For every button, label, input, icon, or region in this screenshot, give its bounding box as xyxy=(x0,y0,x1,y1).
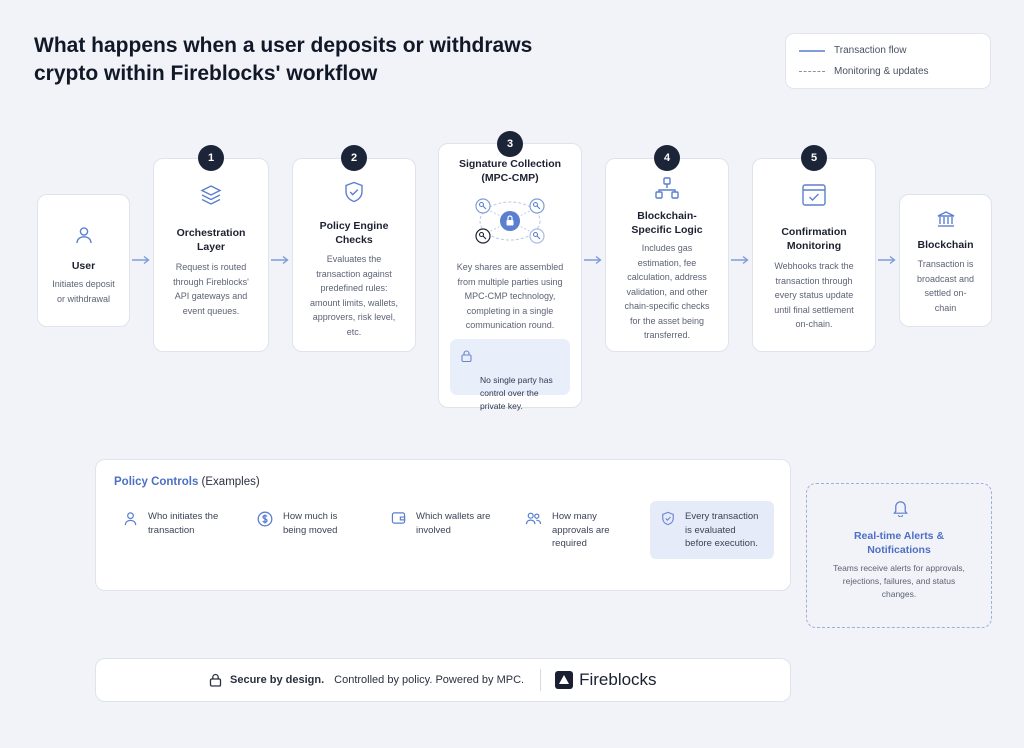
key-network-icon xyxy=(475,198,545,244)
bank-icon xyxy=(937,211,954,227)
step-3-title: Signature Collection (MPC-CMP) xyxy=(458,158,562,184)
legend-transaction-flow-label: Transaction flow xyxy=(834,45,907,56)
fireblocks-logo-icon xyxy=(555,671,574,689)
step-4-title: Blockchain- Specific Logic xyxy=(631,210,703,236)
policy-item-label: Who initiates the transaction xyxy=(148,511,219,536)
legend: Transaction flow Monitoring & updates xyxy=(785,33,991,89)
user-card: User Initiates deposit or withdrawal xyxy=(37,194,130,327)
flow-arrow xyxy=(584,255,602,265)
user-card-desc: Initiates deposit or withdrawal xyxy=(52,279,115,304)
alerts-panel: Real-time Alerts & Notifications Teams r… xyxy=(806,483,992,628)
step-1-desc: Request is routed through Fireblocks' AP… xyxy=(173,262,249,316)
page-title: What happens when a user deposits or wit… xyxy=(34,34,533,85)
network-icon xyxy=(655,177,679,199)
step-2-number: 2 xyxy=(341,145,367,171)
alerts-title: Real-time Alerts & Notifications xyxy=(853,530,945,556)
step-3-number: 3 xyxy=(497,131,523,157)
layers-icon xyxy=(200,185,222,205)
alerts-desc: Teams receive alerts for approvals, reje… xyxy=(833,563,965,599)
wallet-icon xyxy=(391,512,406,524)
shield-check-icon xyxy=(662,511,674,526)
shield-check-icon xyxy=(345,181,363,203)
policy-item-label: How much is being moved xyxy=(283,511,338,536)
footer-text: Controlled by policy. Powered by MPC. xyxy=(334,674,525,686)
bell-icon xyxy=(893,501,908,517)
policy-item: How much is being moved xyxy=(257,510,337,537)
solid-line-swatch xyxy=(799,49,825,52)
step-4-number: 4 xyxy=(654,145,680,171)
policy-item-label: How many approvals are required xyxy=(552,511,610,549)
legend-monitoring-label: Monitoring & updates xyxy=(834,66,929,77)
step-1-title: Orchestration Layer xyxy=(176,227,246,253)
step-2-title: Policy Engine Checks xyxy=(319,220,389,246)
flow-arrow xyxy=(878,255,896,265)
lock-icon xyxy=(209,673,222,687)
footer-banner: Secure by design. Controlled by policy. … xyxy=(95,658,791,702)
step-1-number: 1 xyxy=(198,145,224,171)
step-2-desc: Evaluates the transaction against predef… xyxy=(309,254,399,337)
policy-controls-subtitle: (Examples) xyxy=(198,476,260,488)
step-3-desc: Key shares are assembled from multiple p… xyxy=(456,262,564,330)
step-5-card: Confirmation Monitoring Webhooks track t… xyxy=(752,158,876,352)
dashed-line-swatch xyxy=(799,71,825,72)
legend-monitoring: Monitoring & updates xyxy=(799,66,929,77)
private-key-note: No single party has control over the pri… xyxy=(450,339,570,411)
flow-arrow xyxy=(271,255,289,265)
brand-logo-text: Fireblocks xyxy=(579,670,657,689)
policy-item-label: Which wallets are involved xyxy=(416,511,491,536)
lock-icon xyxy=(461,350,472,362)
users-icon xyxy=(525,512,542,525)
window-check-icon xyxy=(802,184,826,206)
flow-arrow xyxy=(731,255,749,265)
policy-controls-title: Policy Controls xyxy=(114,476,199,488)
flow-arrow xyxy=(132,255,150,265)
policy-item-highlight: Every transaction is evaluated before ex… xyxy=(650,501,774,559)
dollar-icon xyxy=(257,511,273,527)
policy-controls-heading: Policy Controls (Examples) xyxy=(114,476,260,488)
legend-transaction-flow: Transaction flow xyxy=(799,45,906,56)
policy-item: Who initiates the transaction xyxy=(123,510,218,537)
policy-controls-panel: Policy Controls (Examples) Who initiates… xyxy=(95,459,791,591)
step-1-card: Orchestration Layer Request is routed th… xyxy=(153,158,269,352)
step-5-desc: Webhooks track the transaction through e… xyxy=(774,261,854,329)
policy-item: How many approvals are required xyxy=(525,510,610,551)
step-4-desc: Includes gas estimation, fee calculation… xyxy=(624,243,710,340)
step-5-title: Confirmation Monitoring xyxy=(781,226,847,252)
step-4-card: Blockchain- Specific Logic Includes gas … xyxy=(605,158,729,352)
footer-bold-text: Secure by design. xyxy=(230,674,325,686)
step-2-card: Policy Engine Checks Evaluates the trans… xyxy=(292,158,416,352)
policy-item: Which wallets are involved xyxy=(391,510,490,537)
policy-item-label: Every transaction is evaluated before ex… xyxy=(685,511,759,549)
user-card-title: User xyxy=(71,260,96,272)
blockchain-card-desc: Transaction is broadcast and settled on-… xyxy=(916,259,975,313)
blockchain-card-title: Blockchain xyxy=(917,239,974,251)
footer-divider xyxy=(540,669,542,691)
blockchain-card: Blockchain Transaction is broadcast and … xyxy=(899,194,992,327)
step-5-number: 5 xyxy=(801,145,827,171)
user-icon xyxy=(75,227,92,244)
user-icon xyxy=(124,512,137,526)
